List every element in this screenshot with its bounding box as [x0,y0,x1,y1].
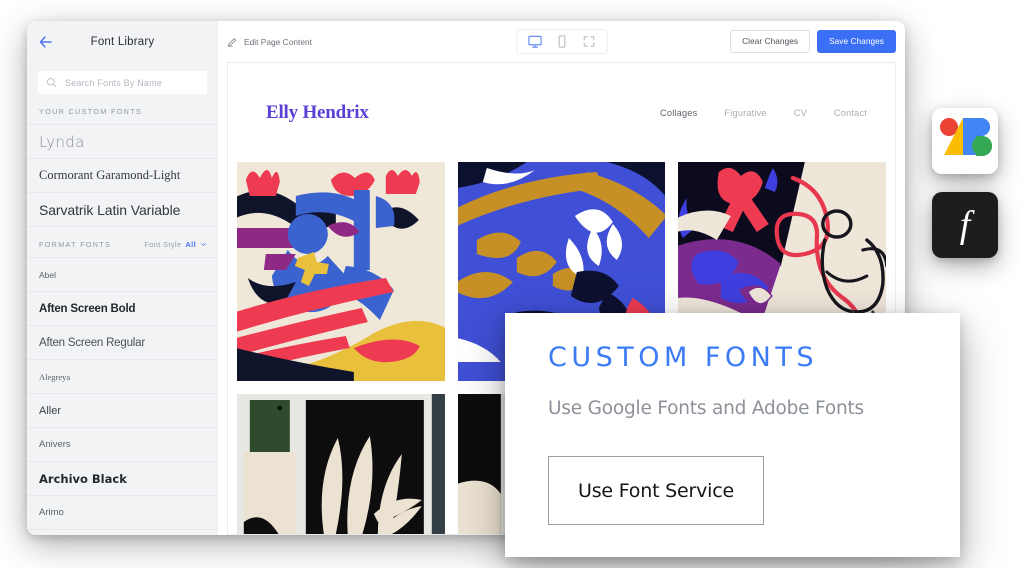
device-preview-toggle-group [516,29,607,54]
adobe-fonts-logo[interactable]: f [932,192,998,258]
site-header: Elly Hendrix Collages Figurative CV Cont… [228,63,895,162]
list-item[interactable]: Cormorant Garamond-Light [27,158,218,192]
font-name: Abel [39,269,57,280]
clear-changes-button[interactable]: Clear Changes [730,30,811,53]
font-style-filter[interactable]: Font Style All [144,240,207,249]
format-fonts-list: Abel Aften Screen Bold Aften Screen Regu… [27,257,218,530]
font-style-value: All [185,240,196,249]
search-input[interactable] [63,76,199,89]
site-nav: Collages Figurative CV Contact [660,108,867,118]
font-name: Archivo Black [39,471,127,486]
use-font-service-button[interactable]: Use Font Service [548,456,764,525]
adobe-fonts-glyph: f [959,204,971,246]
sidebar: Font Library YOUR CUSTOM FONTS Lynda Co [27,21,218,535]
site-logo: Elly Hendrix [266,101,369,123]
font-name: Anivers [39,439,71,450]
google-fonts-glyph [932,108,998,174]
list-item[interactable]: Alegreya [27,359,218,393]
fullscreen-icon[interactable] [581,34,596,49]
font-name: Aller [39,404,62,417]
list-item[interactable]: Aften Screen Bold [27,291,218,325]
screen: Font Library YOUR CUSTOM FONTS Lynda Co [0,0,1024,568]
desktop-icon[interactable] [527,34,542,49]
list-item[interactable]: Aller [27,393,218,427]
edit-page-content-button[interactable]: Edit Page Content [227,36,312,47]
popup-subtitle: Use Google Fonts and Adobe Fonts [548,398,864,419]
font-name: Cormorant Garamond-Light [39,168,181,182]
nav-link-cv[interactable]: CV [794,108,807,118]
font-name: Aften Screen Regular [39,336,145,349]
list-item[interactable]: Archivo Black [27,461,218,495]
font-name: Lynda [39,132,85,151]
chevron-down-icon [201,243,206,247]
format-fonts-section-header: FORMAT FONTS Font Style All [27,227,218,257]
list-item[interactable]: Abel [27,257,218,291]
gallery-tile[interactable] [237,162,445,381]
font-name: Sarvatrik Latin Variable [39,201,181,218]
save-changes-button[interactable]: Save Changes [817,30,896,53]
font-name: Arimo [39,507,64,518]
mobile-icon[interactable] [554,34,569,49]
list-item[interactable]: Sarvatrik Latin Variable [27,192,218,227]
custom-fonts-list: Lynda Cormorant Garamond-Light Sarvatrik… [27,124,218,227]
font-style-label: Font Style [144,240,182,249]
page-title: Font Library [90,35,155,48]
font-name: Aften Screen Bold [39,302,136,315]
custom-fonts-section-label: YOUR CUSTOM FONTS [39,107,143,116]
search-container [27,62,218,94]
nav-link-figurative[interactable]: Figurative [724,108,766,118]
popup-title: CUSTOM FONTS [548,342,818,373]
pencil-icon [227,38,237,47]
list-item[interactable]: Anivers [27,427,218,461]
nav-link-contact[interactable]: Contact [834,108,867,118]
nav-link-collages[interactable]: Collages [660,108,697,118]
search-icon [47,78,57,88]
search-box[interactable] [38,71,207,94]
font-name: Alegreya [39,371,71,382]
back-arrow-icon[interactable] [38,34,54,50]
format-fonts-section-label: FORMAT FONTS [39,240,112,249]
toolbar: Edit Page Content Clear Changes Save Cha… [218,21,905,62]
sidebar-header: Font Library [27,21,218,62]
list-item[interactable]: Arimo [27,495,218,530]
toolbar-actions: Clear Changes Save Changes [730,30,896,53]
gallery-tile[interactable] [237,394,445,534]
google-fonts-logo[interactable] [932,108,998,174]
custom-fonts-popup: CUSTOM FONTS Use Google Fonts and Adobe … [505,313,960,557]
edit-page-content-label: Edit Page Content [244,36,312,47]
list-item[interactable]: Aften Screen Regular [27,325,218,359]
list-item[interactable]: Lynda [27,124,218,158]
